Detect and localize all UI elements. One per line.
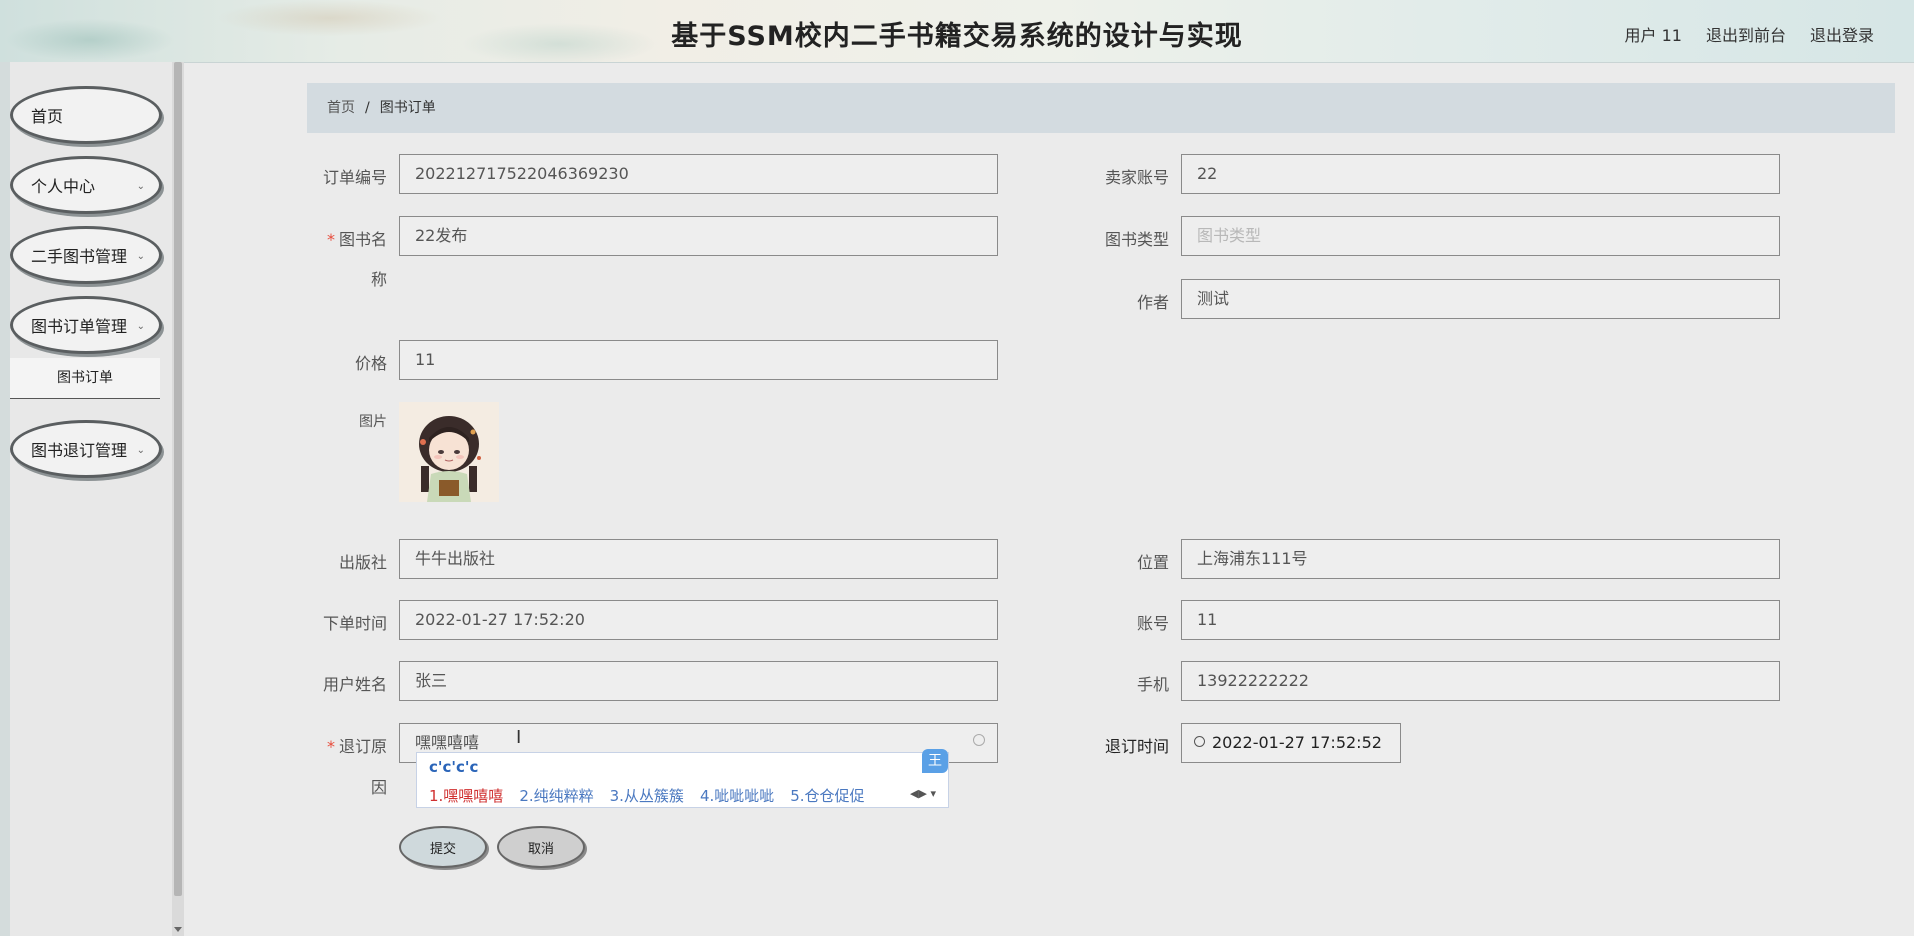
sidebar-item-personal-center[interactable]: 个人中心 ⌄ bbox=[10, 156, 162, 214]
clear-input-icon[interactable] bbox=[973, 734, 985, 746]
cancel-time-picker[interactable]: 2022-01-27 17:52:52 bbox=[1181, 723, 1401, 763]
breadcrumb-current: 图书订单 bbox=[379, 100, 436, 116]
account-label: 账号 bbox=[1136, 614, 1169, 633]
sidebar-item-label: 图书订单管理 bbox=[31, 317, 128, 336]
header-user-menu: 用户 11 退出到前台 退出登录 bbox=[1625, 22, 1874, 46]
sidebar-item-book-management[interactable]: 二手图书管理 ⌄ bbox=[10, 226, 162, 284]
scroll-down-arrow-icon[interactable] bbox=[174, 927, 182, 932]
book-name-label: * 图书名 bbox=[300, 226, 387, 250]
ime-candidate[interactable]: 1.嘿嘿嘻嘻 bbox=[429, 785, 503, 806]
breadcrumb-home[interactable]: 首页 bbox=[327, 100, 355, 116]
ime-candidate[interactable]: 2.纯纯粹粹 bbox=[519, 785, 593, 806]
author-field[interactable]: 测试 bbox=[1181, 279, 1780, 319]
sidebar-item-label: 图书退订管理 bbox=[31, 441, 128, 460]
price-field[interactable]: 11 bbox=[399, 340, 998, 380]
ime-candidate[interactable]: 5.仓仓促促 bbox=[790, 785, 864, 806]
phone-field[interactable]: 13922222222 bbox=[1181, 661, 1780, 701]
location-field[interactable]: 上海浦东111号 bbox=[1181, 539, 1780, 579]
chevron-down-icon: ⌄ bbox=[136, 321, 145, 332]
ime-composition: c'c'c'c bbox=[429, 758, 479, 776]
arrow-left-icon[interactable]: ◀ bbox=[910, 787, 918, 800]
user-name-label: 用户姓名 bbox=[322, 675, 387, 694]
ime-page-nav[interactable]: ◀▶ ▾ bbox=[910, 787, 936, 800]
chevron-down-icon: ⌄ bbox=[136, 445, 145, 456]
publisher-label: 出版社 bbox=[338, 553, 387, 572]
order-no-label: 订单编号 bbox=[322, 168, 387, 187]
text-cursor-icon: I bbox=[516, 727, 522, 748]
dropdown-icon[interactable]: ▾ bbox=[930, 787, 936, 800]
order-time-field[interactable]: 2022-01-27 17:52:20 bbox=[399, 600, 998, 640]
cancel-reason-label: * 退订原 bbox=[300, 733, 387, 757]
sidebar-edge bbox=[0, 62, 10, 936]
sidebar-item-label: 二手图书管理 bbox=[31, 247, 128, 266]
breadcrumb-separator: / bbox=[365, 100, 370, 116]
ime-candidate-list: 1.嘿嘿嘻嘻 2.纯纯粹粹 3.从丛簇簇 4.呲呲呲呲 5.仓仓促促 bbox=[429, 785, 865, 806]
book-name-label-wrap: 称 bbox=[370, 270, 387, 289]
chevron-down-icon: ⌄ bbox=[136, 181, 145, 192]
top-header: 基于SSM校内二手书籍交易系统的设计与实现 用户 11 退出到前台 退出登录 bbox=[0, 0, 1914, 63]
account-field[interactable]: 11 bbox=[1181, 600, 1780, 640]
anime-girl-illustration-icon bbox=[399, 402, 499, 502]
breadcrumb: 首页 / 图书订单 bbox=[307, 83, 1895, 133]
seller-account-field[interactable]: 22 bbox=[1181, 154, 1780, 194]
location-label: 位置 bbox=[1136, 553, 1169, 572]
ime-logo-icon: 王 bbox=[922, 749, 948, 773]
required-mark: * bbox=[326, 737, 335, 756]
publisher-field[interactable]: 牛牛出版社 bbox=[399, 539, 998, 579]
sidebar-item-cancel-management[interactable]: 图书退订管理 ⌄ bbox=[10, 420, 162, 478]
author-label: 作者 bbox=[1136, 293, 1169, 312]
chevron-down-icon: ⌄ bbox=[136, 251, 145, 262]
back-to-frontend-link[interactable]: 退出到前台 bbox=[1706, 22, 1786, 46]
sidebar-scrollbar[interactable] bbox=[172, 62, 184, 936]
sidebar-subitem-book-orders[interactable]: 图书订单 bbox=[10, 358, 160, 399]
sidebar: 首页 个人中心 ⌄ 二手图书管理 ⌄ 图书订单管理 ⌄ 图书订单 图书退订管理 … bbox=[0, 62, 184, 936]
sidebar-item-home[interactable]: 首页 bbox=[10, 86, 162, 144]
book-type-field[interactable]: 图书类型 bbox=[1181, 216, 1780, 256]
required-mark: * bbox=[326, 230, 335, 249]
book-cover-image[interactable] bbox=[399, 402, 499, 502]
order-no-field[interactable]: 202212717522046369230 bbox=[399, 154, 998, 194]
phone-label: 手机 bbox=[1136, 675, 1169, 694]
current-user-label: 用户 11 bbox=[1624, 26, 1682, 45]
ime-candidate[interactable]: 3.从丛簇簇 bbox=[610, 785, 684, 806]
book-type-label: 图书类型 bbox=[1104, 230, 1169, 249]
cancel-time-label: 退订时间 bbox=[1104, 737, 1169, 756]
seller-account-label: 卖家账号 bbox=[1104, 168, 1169, 187]
cancel-reason-label-text: 退订原 bbox=[338, 737, 387, 756]
book-name-label-text: 图书名 bbox=[338, 230, 387, 249]
cancel-reason-label-wrap: 因 bbox=[370, 778, 387, 797]
scrollbar-thumb[interactable] bbox=[174, 62, 182, 896]
user-name-field[interactable]: 张三 bbox=[399, 661, 998, 701]
sidebar-item-label: 个人中心 bbox=[31, 177, 96, 196]
sidebar-item-label: 首页 bbox=[31, 107, 64, 126]
cancel-button[interactable]: 取消 bbox=[497, 826, 585, 868]
ime-candidate[interactable]: 4.呲呲呲呲 bbox=[700, 785, 774, 806]
image-label: 图片 bbox=[359, 414, 387, 430]
sidebar-item-order-management[interactable]: 图书订单管理 ⌄ bbox=[10, 296, 162, 354]
submit-button[interactable]: 提交 bbox=[399, 826, 487, 868]
book-name-field[interactable]: 22发布 bbox=[399, 216, 998, 256]
ime-candidate-popup[interactable]: c'c'c'c 王 1.嘿嘿嘻嘻 2.纯纯粹粹 3.从丛簇簇 4.呲呲呲呲 5.… bbox=[416, 749, 949, 808]
order-time-label: 下单时间 bbox=[322, 614, 387, 633]
clock-icon bbox=[1194, 736, 1205, 747]
logout-link[interactable]: 退出登录 bbox=[1810, 22, 1874, 46]
price-label: 价格 bbox=[354, 354, 387, 373]
arrow-right-icon[interactable]: ▶ bbox=[919, 787, 927, 800]
